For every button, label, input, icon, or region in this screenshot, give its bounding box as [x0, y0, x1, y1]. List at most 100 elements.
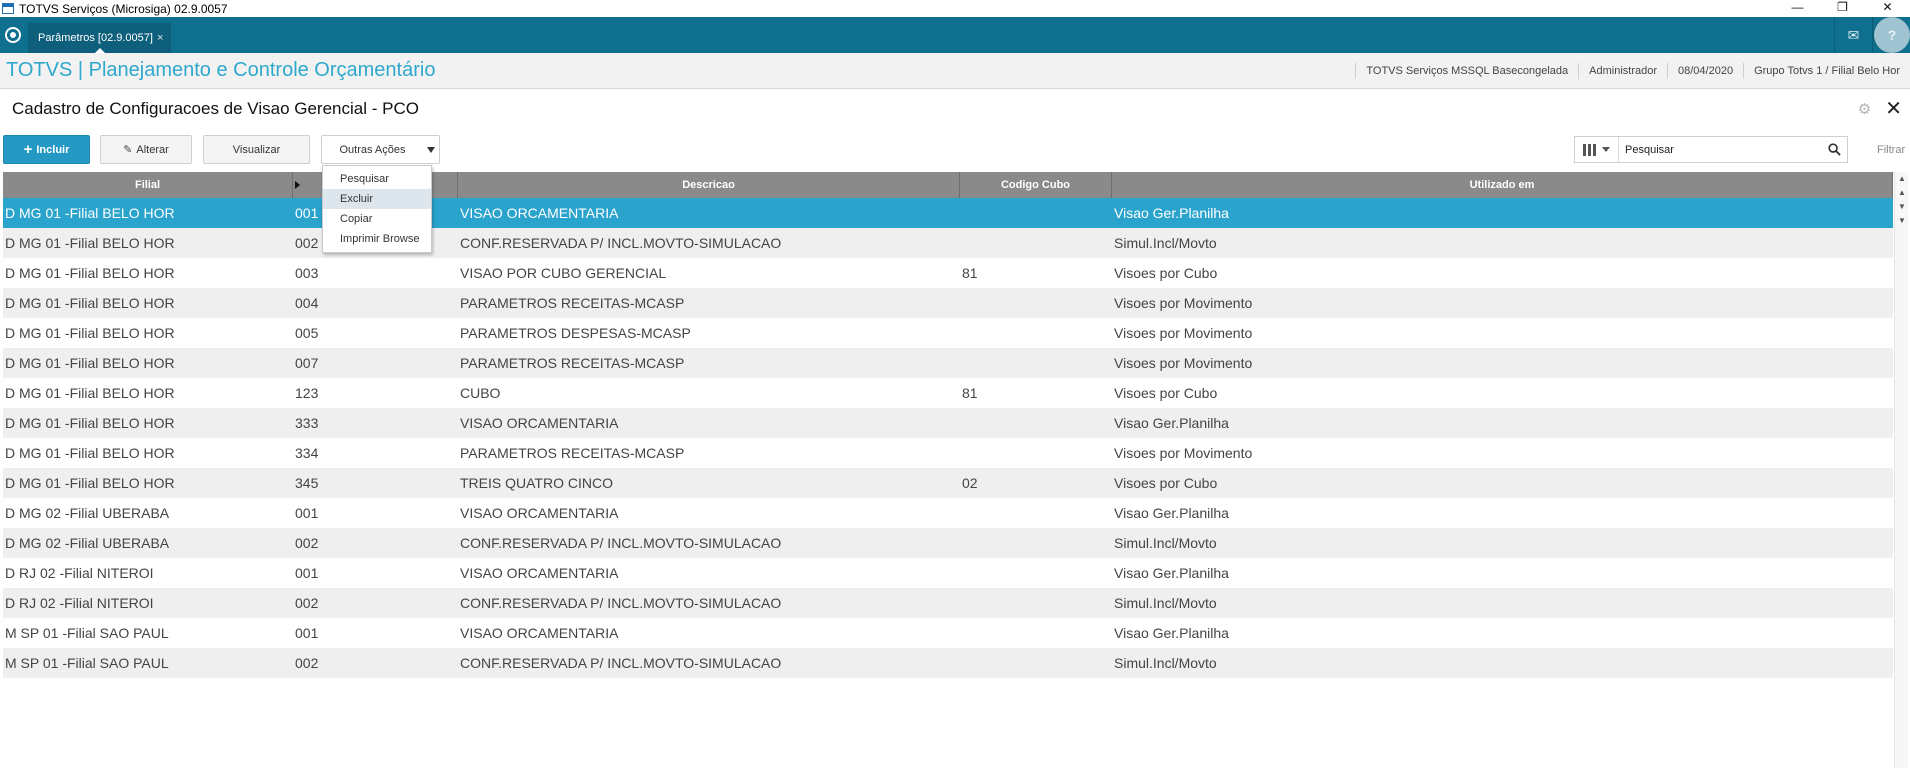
tab-parametros[interactable]: Parâmetros [02.9.0057] × — [28, 23, 172, 54]
gear-icon[interactable]: ⚙ — [1858, 100, 1871, 118]
totvs-logo-icon[interactable] — [5, 27, 21, 43]
table-row[interactable]: D RJ 02 -Filial NITEROI 001 VISAO ORCAMENT… — [3, 558, 1893, 588]
table-row[interactable]: M SP 01 -Filial SAO PAUL 001 VISAO ORCAMEN… — [3, 618, 1893, 648]
cell-utilizado-em: Visao Ger.Planilha — [1114, 415, 1229, 431]
minimize-icon[interactable]: — — [1775, 0, 1820, 17]
cell-codigo-cubo — [960, 408, 1112, 438]
table-row[interactable]: D MG 02 -Filial UBERABA 001 VISAO ORCAMENT… — [3, 498, 1893, 528]
vertical-scrollbar[interactable]: ▲ ▲ ▼ ▼ — [1894, 172, 1908, 768]
table-row[interactable]: D MG 02 -Filial UBERABA 002 CONF.RESERVADA… — [3, 528, 1893, 558]
session-info: TOTVS Serviços MSSQL Basecongelada Admin… — [1355, 53, 1910, 89]
cell-descricao: CONF.RESERVADA P/ INCL.MOVTO-SIMULACAO — [460, 655, 782, 671]
cell-codigo: 001 — [295, 565, 319, 581]
cell-filial: D MG 01 -Filial BELO HOR — [5, 265, 175, 281]
cell-filial: D MG 01 -Filial BELO HOR — [5, 445, 175, 461]
column-header-codigo-cubo[interactable]: Codigo Cubo — [960, 172, 1112, 198]
outras-acoes-button[interactable]: Outras Ações — [321, 135, 440, 164]
window-titlebar: TOTVS Serviços (Microsiga) 02.9.0057 — ❐… — [0, 0, 1910, 17]
table-row[interactable]: D MG 01 -Filial BELO HOR 005 PARAMETROS DE… — [3, 318, 1893, 348]
close-icon[interactable]: ✕ — [1885, 99, 1902, 119]
cell-descricao: TREIS QUATRO CINCO — [460, 475, 613, 491]
cell-codigo: 002 — [295, 595, 319, 611]
help-icon-container[interactable]: ? — [1872, 17, 1910, 53]
menu-item[interactable]: Excluir — [323, 189, 431, 209]
cell-codigo-cubo: 81 — [962, 265, 978, 281]
menu-item[interactable]: Copiar — [323, 209, 431, 229]
cell-codigo: 007 — [295, 355, 319, 371]
cell-descricao: CUBO — [460, 385, 501, 401]
cell-codigo: 334 — [295, 445, 319, 461]
table-row[interactable]: D MG 01 -Filial BELO HOR 002 CONF.RESERVAD… — [3, 228, 1893, 258]
cell-utilizado-em: Visao Ger.Planilha — [1114, 505, 1229, 521]
cell-codigo-cubo — [960, 498, 1112, 528]
cell-codigo: 001 — [295, 505, 319, 521]
cell-filial: D MG 01 -Filial BELO HOR — [5, 295, 175, 311]
cell-utilizado-em: Visoes por Cubo — [1114, 385, 1218, 401]
table-row[interactable]: D MG 01 -Filial BELO HOR 007 PARAMETROS RE… — [3, 348, 1893, 378]
cell-codigo-cubo: 02 — [962, 475, 978, 491]
search-icon[interactable] — [1821, 137, 1847, 162]
filter-link[interactable]: Filtrar — [1877, 144, 1905, 156]
cell-filial: D MG 01 -Filial BELO HOR — [5, 325, 175, 341]
table-row[interactable]: D MG 01 -Filial BELO HOR 003 VISAO POR CUB… — [3, 258, 1893, 288]
column-header-filial[interactable]: Filial — [3, 172, 293, 198]
cell-filial: D RJ 02 -Filial NITEROI — [5, 595, 154, 611]
table-row[interactable]: D MG 01 -Filial BELO HOR 345 TREIS QUATRO … — [3, 468, 1893, 498]
app-window: TOTVS Serviços (Microsiga) 02.9.0057 — ❐… — [0, 0, 1910, 768]
cell-filial: D RJ 02 -Filial NITEROI — [5, 565, 154, 581]
table-row[interactable]: D MG 01 -Filial BELO HOR 001 VISAO ORCAMEN… — [3, 198, 1893, 228]
table-row[interactable]: D MG 01 -Filial BELO HOR 333 VISAO ORCAMEN… — [3, 408, 1893, 438]
window-controls: — ❐ ✕ — [1775, 0, 1910, 17]
cell-utilizado-em: Simul.Incl/Movto — [1114, 595, 1217, 611]
table-row[interactable]: D MG 01 -Filial BELO HOR 334 PARAMETROS RE… — [3, 438, 1893, 468]
cell-descricao: VISAO ORCAMENTARIA — [460, 565, 619, 581]
cell-descricao: PARAMETROS RECEITAS-MCASP — [460, 295, 685, 311]
cell-filial: D MG 01 -Filial BELO HOR — [5, 415, 175, 431]
tabstrip-actions: ✉ ? — [1834, 17, 1910, 53]
cell-descricao: PARAMETROS RECEITAS-MCASP — [460, 445, 685, 461]
tab-strip: Parâmetros [02.9.0057] × ✉ ? — [0, 17, 1910, 54]
scroll-bottom-icon[interactable]: ▼ — [1895, 214, 1909, 228]
column-header-utilizado-em[interactable]: Utilizado em — [1112, 172, 1893, 198]
outras-acoes-menu: Pesquisar Excluir Copiar Imprimir Browse — [322, 165, 432, 253]
table-row[interactable]: D MG 01 -Filial BELO HOR 123 CUBO 81 Visoes … — [3, 378, 1893, 408]
scroll-top-icon[interactable]: ▲ — [1895, 172, 1909, 186]
scroll-up-icon[interactable]: ▲ — [1895, 186, 1909, 200]
mail-icon[interactable]: ✉ — [1834, 17, 1872, 53]
table-row[interactable]: D MG 01 -Filial BELO HOR 004 PARAMETROS RE… — [3, 288, 1893, 318]
environment-label: TOTVS Serviços MSSQL Basecongelada — [1355, 63, 1578, 79]
date-label: 08/04/2020 — [1667, 63, 1743, 79]
chevron-down-icon — [1602, 147, 1610, 152]
scroll-down-icon[interactable]: ▼ — [1895, 200, 1909, 214]
menu-item[interactable]: Pesquisar — [323, 169, 431, 189]
restore-icon[interactable]: ❐ — [1820, 0, 1865, 17]
column-selector-button[interactable] — [1575, 137, 1619, 162]
cell-descricao: VISAO POR CUBO GERENCIAL — [460, 265, 667, 281]
cell-codigo: 004 — [295, 295, 319, 311]
app-title: TOTVS | Planejamento e Controle Orçament… — [6, 59, 436, 81]
cell-codigo-cubo — [960, 558, 1112, 588]
cell-codigo-cubo — [960, 198, 1112, 228]
visualizar-button[interactable]: Visualizar — [203, 135, 310, 164]
alterar-button[interactable]: ✎ Alterar — [100, 135, 192, 164]
grid-body: D MG 01 -Filial BELO HOR 001 VISAO ORCAMEN… — [3, 198, 1893, 678]
plus-icon: + — [23, 141, 33, 158]
search-input[interactable] — [1619, 137, 1821, 162]
cell-descricao: VISAO ORCAMENTARIA — [460, 205, 619, 221]
table-row[interactable]: D RJ 02 -Filial NITEROI 002 CONF.RESERVADA… — [3, 588, 1893, 618]
cell-descricao: VISAO ORCAMENTARIA — [460, 625, 619, 641]
cell-codigo-cubo — [960, 648, 1112, 678]
menu-item[interactable]: Imprimir Browse — [323, 229, 431, 249]
cell-codigo: 005 — [295, 325, 319, 341]
incluir-button[interactable]: + Incluir — [3, 135, 90, 164]
cell-codigo-cubo — [960, 438, 1112, 468]
cell-filial: D MG 02 -Filial UBERABA — [5, 535, 170, 551]
tab-close-icon[interactable]: × — [157, 32, 163, 44]
sort-indicator-icon — [295, 181, 300, 189]
close-window-icon[interactable]: ✕ — [1865, 0, 1910, 17]
columns-icon — [1583, 143, 1596, 156]
table-row[interactable]: M SP 01 -Filial SAO PAUL 002 CONF.RESERVAD… — [3, 648, 1893, 678]
column-header-descricao[interactable]: Descricao — [458, 172, 960, 198]
window-title: TOTVS Serviços (Microsiga) 02.9.0057 — [19, 1, 228, 16]
cell-codigo: 123 — [295, 385, 319, 401]
